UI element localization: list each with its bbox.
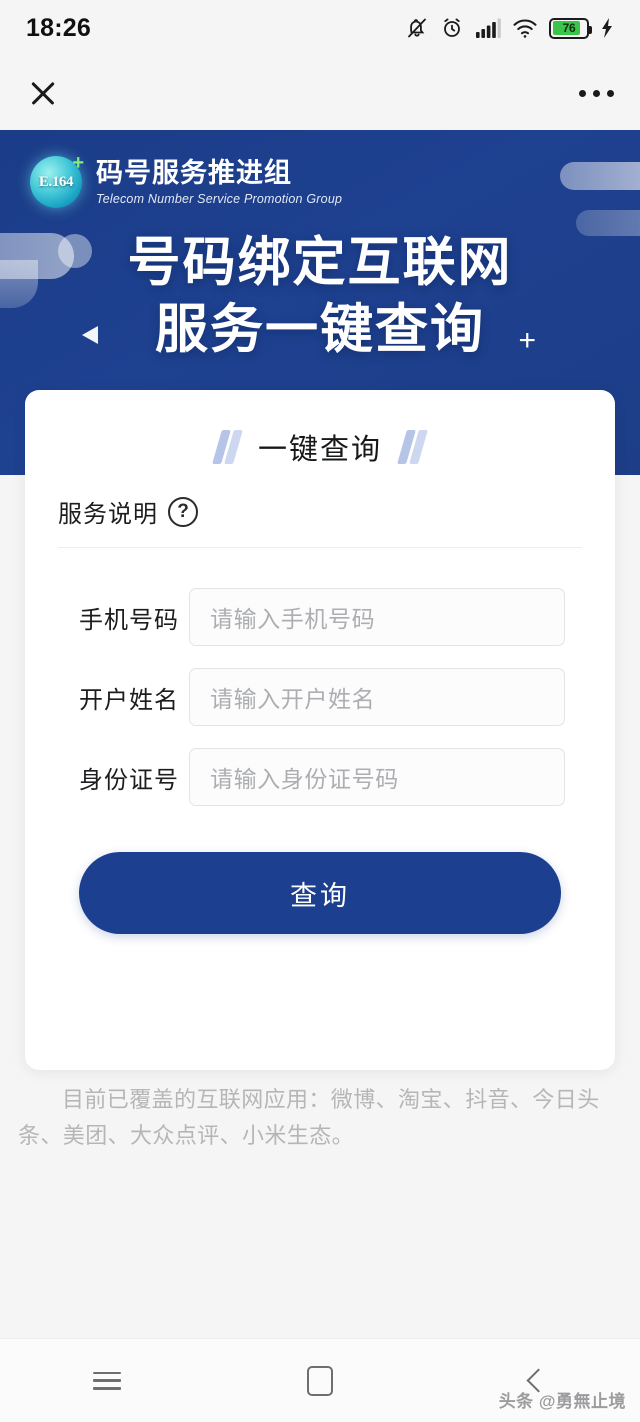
card-title-row: 一键查询 [25,390,615,468]
field-idcard-label: 身份证号 [79,766,179,794]
phone-screen: 18:26 76 E.164 + 码号服务推进组 Telecom Number … [0,0,640,1422]
wifi-icon [513,19,537,38]
brand-name-cn: 码号服务推进组 [96,157,292,188]
recents-button[interactable] [62,1351,152,1411]
query-card: 一键查询 服务说明 ? 手机号码 请输入手机号码 开户姓名 请输入开户姓名 身份… [25,390,615,1070]
brand-name-en: Telecom Number Service Promotion Group [96,192,343,207]
brand-text: 码号服务推进组 Telecom Number Service Promotion… [96,158,342,206]
status-time: 18:26 [26,13,91,42]
field-idcard: 身份证号 请输入身份证号码 [25,748,615,806]
idcard-input[interactable]: 请输入身份证号码 [189,748,565,806]
help-question-icon[interactable]: ? [168,496,198,527]
card-title: 一键查询 [257,434,382,466]
query-form: 手机号码 请输入手机号码 开户姓名 请输入开户姓名 身份证号 请输入身份证号码 … [25,548,615,934]
phone-input[interactable]: 请输入手机号码 [189,588,565,646]
battery-icon: 76 [549,17,592,39]
service-note-row: 服务说明 ? [25,468,615,529]
status-icons: 76 [405,16,614,40]
query-submit-button[interactable]: 查询 [79,852,561,934]
bell-muted-icon [408,18,426,38]
app-bar [0,56,640,130]
brand-lockup: E.164 + 码号服务推进组 Telecom Number Service P… [0,130,640,210]
home-icon [306,1365,333,1396]
recents-icon [92,1371,121,1390]
headline-line-1: 号码绑定互联网 [127,233,513,292]
logo-plus-icon: + [72,152,84,174]
more-options-icon[interactable] [579,82,614,105]
service-note-label: 服务说明 [58,501,158,528]
alarm-icon [444,18,460,37]
e164-globe-icon: E.164 + [28,152,84,210]
close-icon[interactable] [26,76,60,110]
headline-line-2: 服务一键查询 [155,300,485,360]
home-button[interactable] [275,1351,365,1411]
signal-icon [476,18,501,38]
submit-wrapper: 查询 [25,828,615,934]
logo-text: E.164 [38,174,74,190]
name-input[interactable]: 请输入开户姓名 [189,668,565,726]
battery-percent: 76 [562,21,576,35]
status-bar: 18:26 76 [0,0,640,56]
field-name: 开户姓名 请输入开户姓名 [25,668,615,726]
headline-plus-icon: + [518,324,536,357]
coverage-note: 目前已覆盖的互联网应用：微博、淘宝、抖音、今日头条、美团、大众点评、小米生态。 [18,1087,600,1148]
field-phone-label: 手机号码 [79,606,179,634]
watermark: 头条 @勇無止境 [498,1392,626,1411]
decor-bars-left-icon [212,430,243,464]
decor-bars-right-icon [397,430,428,464]
field-phone: 手机号码 请输入手机号码 [25,588,615,646]
charging-bolt-icon [602,18,612,38]
field-name-label: 开户姓名 [79,686,179,714]
banner-headline: 号码绑定互联网 服务一键查询 [0,232,640,361]
